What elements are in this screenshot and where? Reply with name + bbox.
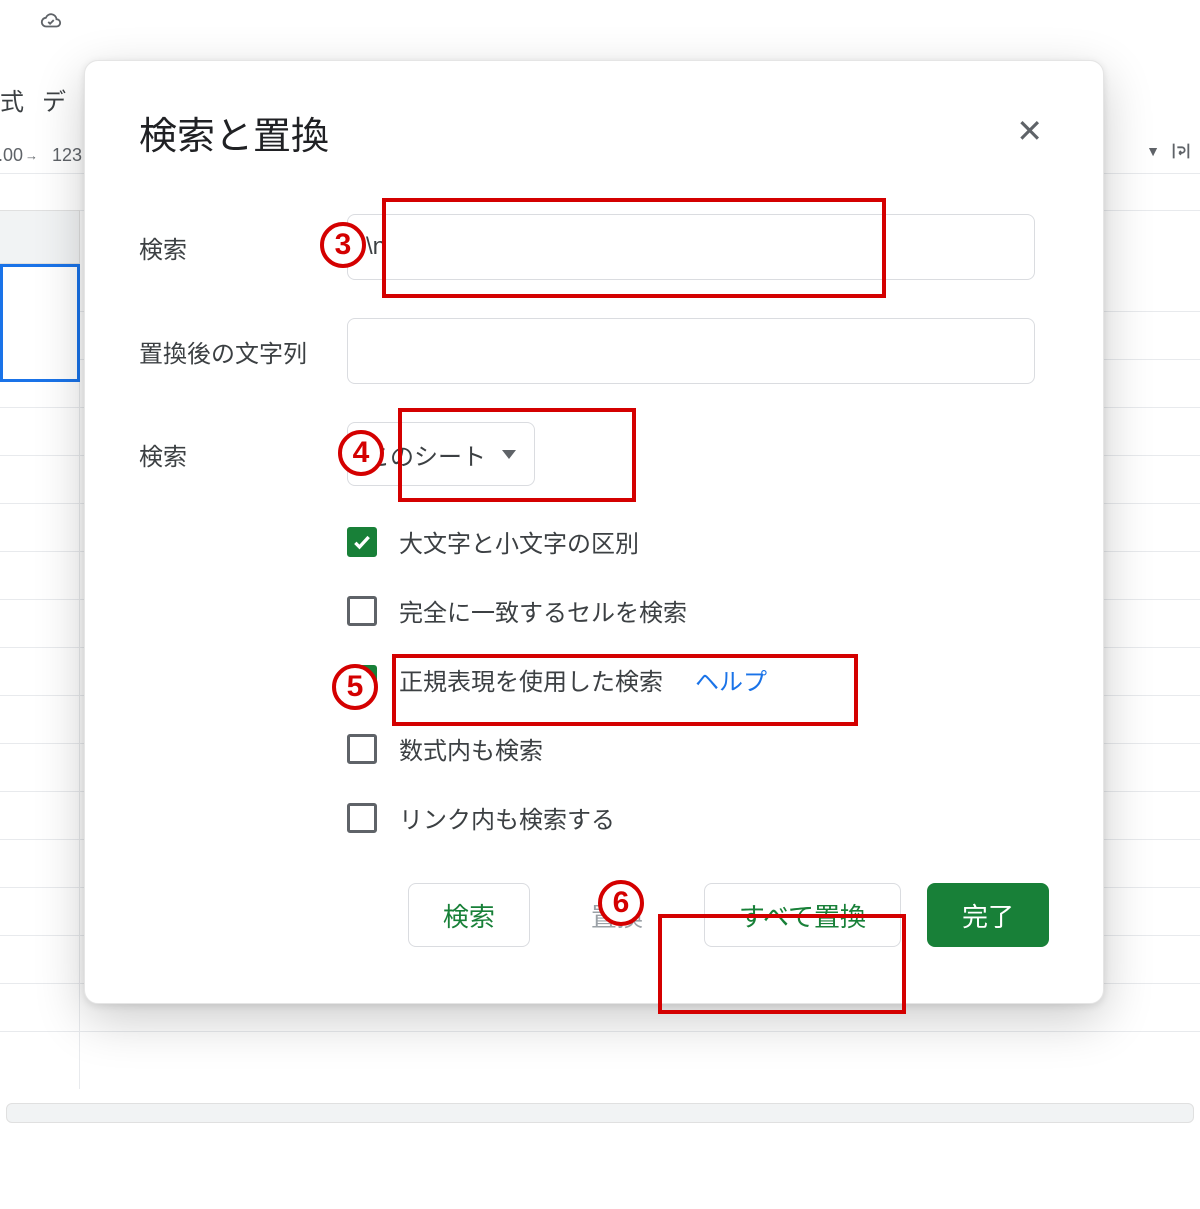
regex-checkbox[interactable] <box>347 665 377 695</box>
in-links-label: リンク内も検索する <box>399 800 615 835</box>
replace-input[interactable] <box>347 318 1035 384</box>
done-button[interactable]: 完了 <box>927 883 1049 947</box>
search-input[interactable] <box>347 214 1035 280</box>
replace-label: 置換後の文字列 <box>139 334 347 369</box>
match-case-label: 大文字と小文字の区別 <box>399 524 639 559</box>
regex-label: 正規表現を使用した検索 <box>399 662 663 697</box>
search-label: 検索 <box>139 230 347 265</box>
scope-value: このシート <box>366 437 486 472</box>
replace-all-button[interactable]: すべて置換 <box>704 883 901 947</box>
replace-button: 置換 <box>556 883 678 947</box>
in-formulas-checkbox[interactable] <box>347 734 377 764</box>
find-replace-dialog: 検索と置換 ✕ 検索 置換後の文字列 検索 このシート <box>84 60 1104 1004</box>
match-case-checkbox[interactable] <box>347 527 377 557</box>
scope-label: 検索 <box>139 437 347 472</box>
in-formulas-label: 数式内も検索 <box>399 731 543 766</box>
entire-cell-label: 完全に一致するセルを検索 <box>399 593 687 628</box>
in-links-checkbox[interactable] <box>347 803 377 833</box>
dialog-title: 検索と置換 <box>139 105 329 160</box>
find-button[interactable]: 検索 <box>408 883 530 947</box>
regex-help-link[interactable]: ヘルプ <box>695 662 767 697</box>
chevron-down-icon <box>502 450 516 459</box>
scope-dropdown[interactable]: このシート <box>347 422 535 486</box>
entire-cell-checkbox[interactable] <box>347 596 377 626</box>
close-icon[interactable]: ✕ <box>1010 109 1049 153</box>
